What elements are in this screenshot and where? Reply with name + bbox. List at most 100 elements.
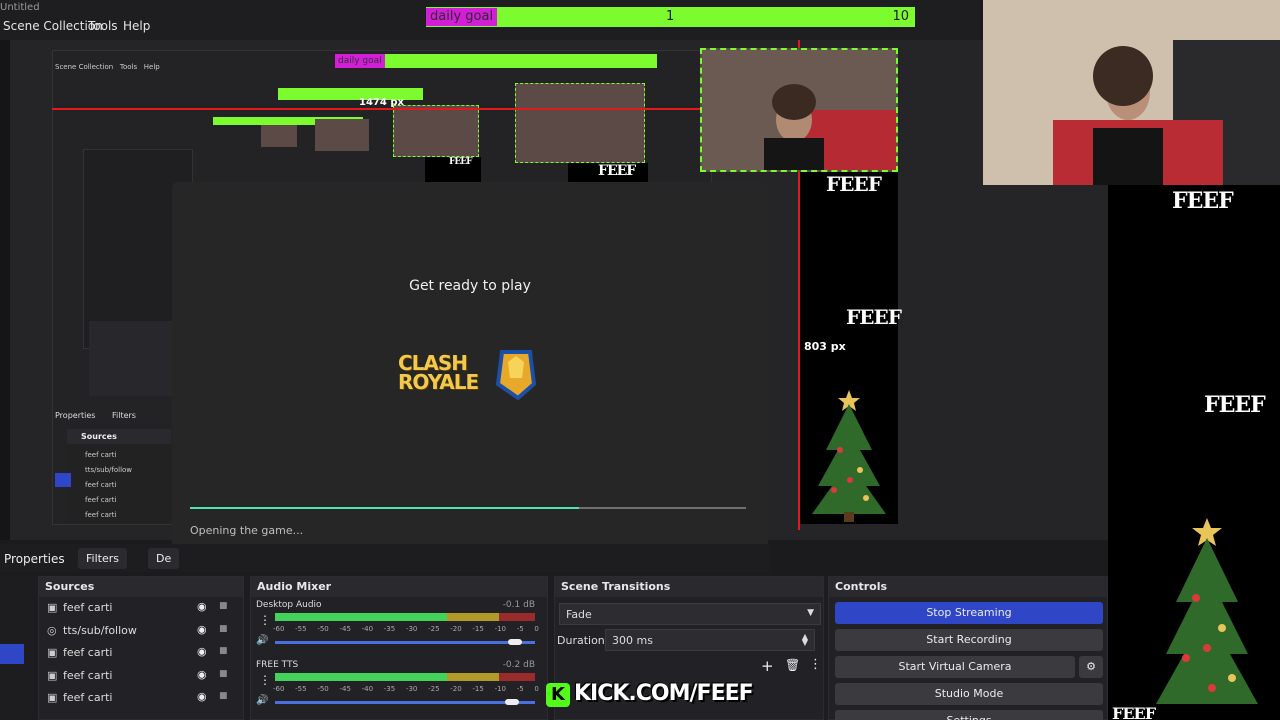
mixer-channels: Desktop Audio -0.1 dB ⋮ -60 -55 -50 -45 -40 -35-… <box>251 597 547 717</box>
duration-label: Duration <box>557 634 605 647</box>
christmas-tree-icon-2 <box>1156 518 1258 704</box>
source-row[interactable]: ◎ tts/sub/follow ◉ ■ <box>39 620 243 643</box>
volume-knob[interactable] <box>505 699 520 705</box>
feef-watermark-4: FEEF <box>1204 392 1266 418</box>
browser-icon: ◎ <box>47 623 57 637</box>
nested-goal-bar: daily goal <box>335 54 657 68</box>
nested-cam-3 <box>315 119 369 151</box>
channel-name: FREE TTS <box>256 660 299 670</box>
image-icon: ▣ <box>47 646 58 659</box>
duration-input[interactable]: 300 ms ▲ ▼ <box>605 629 815 651</box>
source-label: feef carti <box>63 646 113 659</box>
source-row[interactable]: ▣ feef carti ◉ ■ <box>39 665 243 688</box>
tab-defaults[interactable]: De <box>148 548 180 569</box>
meter-tick: -5 <box>516 625 524 633</box>
source-row[interactable]: ▣ feef carti ◉ ■ <box>39 597 243 620</box>
channel-name: Desktop Audio <box>256 600 322 610</box>
start-recording-button[interactable]: Start Recording <box>835 629 1103 651</box>
volume-knob[interactable] <box>508 639 522 645</box>
lock-icon[interactable]: ■ <box>219 691 228 701</box>
clash-royale-logo: CLASH ROYALE <box>398 344 538 402</box>
tab-filters[interactable]: Filters <box>78 548 127 569</box>
menu-help[interactable]: Help <box>123 19 150 33</box>
christmas-tree-icon <box>812 390 886 522</box>
image-icon: ▣ <box>47 668 58 682</box>
eye-icon[interactable]: ◉ <box>197 600 207 613</box>
spin-arrows-icon[interactable]: ▲ ▼ <box>802 633 808 647</box>
sources-title: Sources <box>39 577 243 597</box>
controls-title: Controls <box>829 577 1107 597</box>
trash-icon[interactable]: 🗑 <box>785 658 800 672</box>
source-label: feef carti <box>63 668 113 682</box>
meter-tick: 0 <box>534 685 539 693</box>
start-virtual-camera-button[interactable]: Start Virtual Camera <box>835 656 1075 678</box>
image-icon: ▣ <box>47 691 58 704</box>
add-icon[interactable]: + <box>761 657 774 675</box>
lock-icon[interactable]: ■ <box>219 669 228 679</box>
dialog-status: Opening the game... <box>190 524 304 537</box>
daily-goal-label: daily goal <box>426 8 498 26</box>
meter-tick: -60 <box>273 685 285 693</box>
nested-source-list: feef carti tts/sub/follow feef carti fee… <box>67 444 171 523</box>
stop-streaming-button[interactable]: Stop Streaming <box>835 602 1103 624</box>
nested-source-item: feef carti <box>85 481 117 489</box>
measure-line-h <box>52 108 702 110</box>
meter-tick: -15 <box>472 685 484 693</box>
meter-scale: -60 -55 -50 -45 -40 -35 -30 -25 -20 -15 -10 -5 0 <box>273 625 539 633</box>
source-row[interactable]: ▣ feef carti ◉ ■ <box>39 642 243 665</box>
feef-watermark-2: FEEF <box>846 305 902 329</box>
source-label: feef carti <box>63 691 113 704</box>
nested-goal-label: daily goal <box>335 54 385 68</box>
eye-icon[interactable]: ◉ <box>197 645 207 658</box>
window-title: Untitled <box>0 2 40 13</box>
studio-mode-button[interactable]: Studio Mode <box>835 683 1103 705</box>
duration-value: 300 ms <box>612 634 653 647</box>
tab-properties[interactable]: Properties <box>4 552 65 566</box>
channel-menu-icon[interactable]: ⋮ <box>259 613 271 627</box>
feef-watermark-3: FEEF <box>1172 188 1234 214</box>
nested-source-item: feef carti <box>85 496 117 504</box>
source-list: ▣ feef carti ◉ ■ ◎ tts/sub/follow ◉ ■ ▣ feef cart… <box>39 597 243 710</box>
webcam-figure-icon <box>702 50 896 170</box>
speaker-icon[interactable]: 🔊 <box>256 695 268 706</box>
height-measure-label: 803 px <box>804 340 846 353</box>
channel-level: -0.2 dB <box>502 660 535 670</box>
game-logo-text: CLASH ROYALE <box>398 351 479 394</box>
volume-slider[interactable] <box>275 699 535 705</box>
scene-webcam-capture[interactable] <box>700 48 898 172</box>
transition-select[interactable]: Fade ▼ <box>559 603 821 625</box>
mixer-channel: FREE TTS -0.2 dB ⋮ -60 -55 -50 -45 -40 -35 -30 -25… <box>251 657 547 717</box>
meter-tick: -55 <box>295 625 307 633</box>
source-label: tts/sub/follow <box>63 623 137 637</box>
mixer-channel: Desktop Audio -0.1 dB ⋮ -60 -55 -50 -45 -40 -35-… <box>251 597 547 657</box>
scene-selected-marker[interactable] <box>0 644 24 664</box>
meter-tick: -10 <box>494 685 506 693</box>
kick-link-overlay: K KICK.COM/FEEF <box>546 681 754 709</box>
kick-link-text: KICK.COM/FEEF <box>574 681 754 706</box>
speaker-icon[interactable]: 🔊 <box>256 635 268 646</box>
streamer-webcam <box>983 0 1280 185</box>
source-row[interactable]: ▣ feef carti ◉ ■ <box>39 687 243 710</box>
nested-source-item: tts/sub/follow <box>85 466 133 474</box>
nested-feef-1: FEEF <box>598 163 636 179</box>
channel-menu-icon[interactable]: ⋮ <box>259 673 271 687</box>
nested-tab-filters: Filters <box>111 411 136 420</box>
lock-icon[interactable]: ■ <box>219 601 228 611</box>
virtual-camera-settings-gear-icon[interactable]: ⚙ <box>1079 656 1103 678</box>
eye-icon[interactable]: ◉ <box>197 623 207 636</box>
eye-icon[interactable]: ◉ <box>197 668 207 681</box>
daily-goal-bar: daily goal 1 10 <box>426 7 915 27</box>
dialog-title: Get ready to play <box>409 278 531 294</box>
settings-button[interactable]: Settings <box>835 710 1103 720</box>
goal-current: 1 <box>666 9 675 24</box>
nested-source-panel: Sources feef carti tts/sub/follow feef c… <box>67 429 171 523</box>
more-icon[interactable]: ⋮ <box>809 657 822 672</box>
meter-tick: -45 <box>339 685 351 693</box>
menu-tools[interactable]: Tools <box>88 19 118 33</box>
volume-slider[interactable] <box>275 639 535 645</box>
lock-icon[interactable]: ■ <box>219 646 228 656</box>
meter-tick: -50 <box>317 685 329 693</box>
nested-source-item: feef carti <box>85 511 117 519</box>
eye-icon[interactable]: ◉ <box>197 690 207 703</box>
lock-icon[interactable]: ■ <box>219 624 228 634</box>
